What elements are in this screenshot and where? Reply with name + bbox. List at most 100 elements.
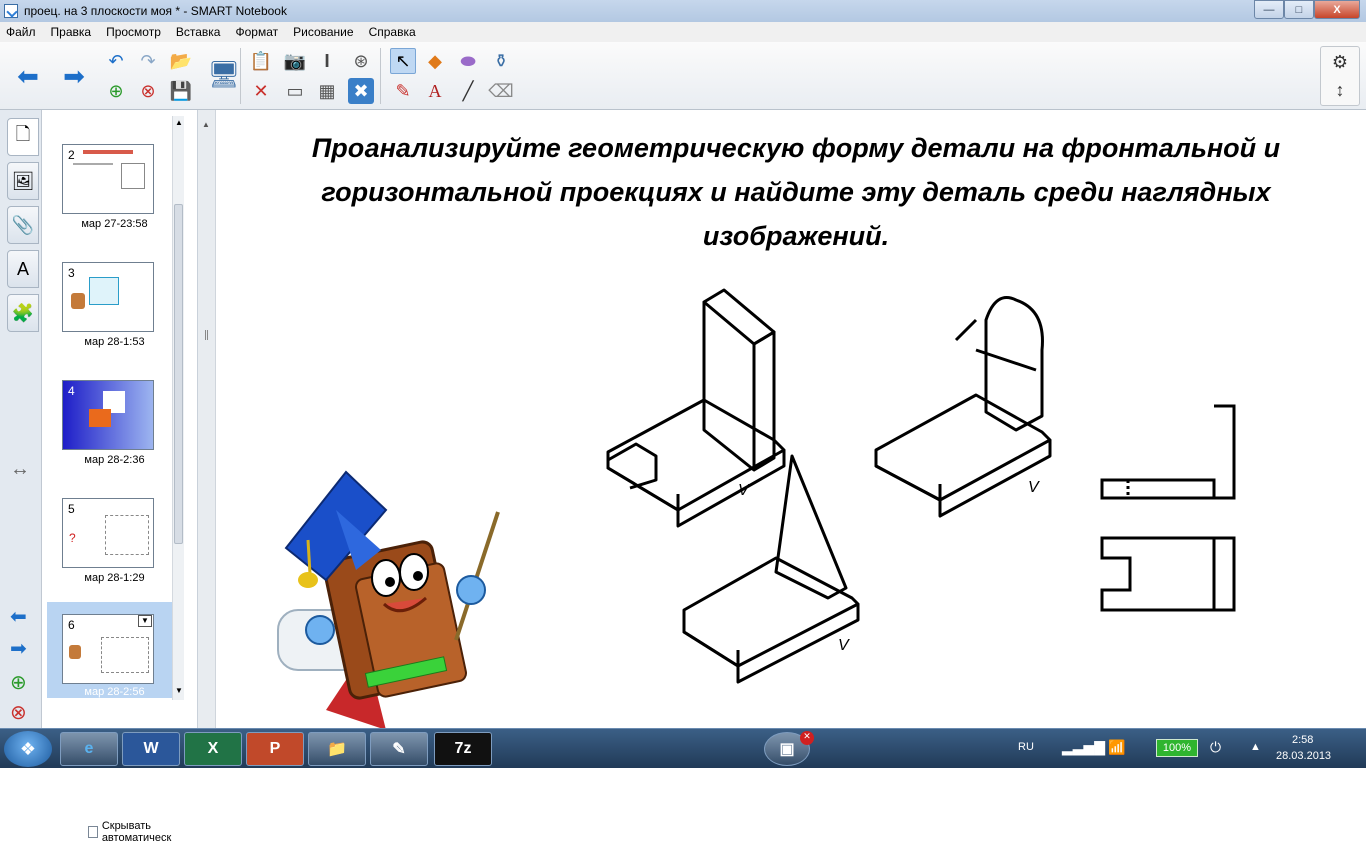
ie-icon: e [84,740,94,757]
scrollbar-thumb[interactable] [174,204,183,544]
slide-label: мар 28-2:56 [84,686,145,698]
font-color-icon[interactable]: A [422,78,448,104]
menu-bar: Файл Правка Просмотр Вставка Формат Рисо… [0,22,1366,42]
gear-icon[interactable]: ⚙ [1327,49,1353,75]
taskbar-excel[interactable]: X [184,732,242,766]
isometric-part-1 [606,288,786,528]
autohide-checkbox[interactable] [88,826,98,838]
save-icon[interactable]: 💾 [168,78,194,104]
toolbar-position-icon[interactable]: ↕ [1327,77,1353,103]
delete-page-side-icon[interactable]: ⊗ [10,700,27,725]
clock-time[interactable]: 2:58 [1292,734,1313,746]
forward-arrow-icon[interactable]: ➡ [56,58,92,94]
book-mascot [277,470,500,730]
minimize-button[interactable]: — [1254,0,1284,19]
add-page-icon[interactable]: ⊕ [103,78,129,104]
page-sorter-tab[interactable]: 🗋 [7,118,39,156]
taskbar-ie[interactable]: e [60,732,118,766]
slide-menu-dropdown-icon[interactable]: ▼ [138,615,152,627]
menu-format[interactable]: Формат [235,25,278,39]
line-tool-icon[interactable]: ╱ [455,78,481,104]
clock-date[interactable]: 28.03.2013 [1276,750,1331,762]
notebook-app-icon [4,4,18,18]
compass-icon[interactable]: ⊛ [348,48,374,74]
splitter-up-icon[interactable]: ▲ [202,120,210,129]
scroll-down-icon[interactable]: ▼ [175,686,183,695]
slide-preview: 4 [62,380,154,450]
next-page-arrow-icon[interactable]: ➡ [10,636,27,661]
fill-bucket-icon[interactable]: ⚱ [488,48,514,74]
signal-bars-icon[interactable]: ▂▃▅▇ [1062,739,1105,756]
menu-insert[interactable]: Вставка [176,25,221,39]
taskbar-powerpoint[interactable]: P [246,732,304,766]
menu-edit[interactable]: Правка [51,25,92,39]
text-tool-icon[interactable]: 𝐈 [314,48,340,74]
taskbar-word[interactable]: W [122,732,180,766]
folder-icon: 📁 [327,741,347,758]
delete-page-icon[interactable]: ⊗ [135,78,161,104]
splitter-grip-icon[interactable] [205,330,208,340]
menu-view[interactable]: Просмотр [106,25,161,39]
top-projection [1100,536,1236,612]
back-arrow-icon[interactable]: ⬅ [10,58,46,94]
shapes-icon[interactable]: ◆ [422,48,448,74]
error-badge-icon: ✕ [800,731,814,745]
windows-logo-icon: ❖ [19,738,37,759]
gallery-tab[interactable]: 🖼 [7,162,39,200]
taskbar-explorer[interactable]: 📁 [308,732,366,766]
whiteboard-canvas[interactable]: Проанализируйте геометрическую форму дет… [216,110,1366,730]
toolbar-separator [380,48,381,104]
undo-icon[interactable]: ↶ [103,48,129,74]
close-x-icon[interactable]: ✖ [348,78,374,104]
7zip-icon: 7z [454,740,472,757]
delete-icon[interactable]: ✕ [248,78,274,104]
slide-label: мар 27-23:58 [81,218,148,230]
right-glove [456,575,486,605]
power-plug-icon[interactable]: ⏻ [1210,739,1221,756]
slide-thumbnail[interactable]: 5 ? мар 28-1:29 [47,498,182,588]
sorter-scrollbar[interactable]: ▲ ▼ [172,116,184,700]
excel-icon: X [207,740,219,757]
autohide-option[interactable]: Скрывать автоматическ [88,820,197,844]
panel-splitter[interactable]: ▲ [198,110,216,730]
scroll-up-icon[interactable]: ▲ [175,118,183,127]
paste-icon[interactable]: 📋 [248,48,274,74]
resize-arrows-icon[interactable]: ↔ [10,458,30,481]
slide-thumbnail-selected[interactable]: 6 ▼ мар 28-2:56 [47,602,182,698]
battery-indicator[interactable]: 100% [1156,739,1198,757]
view-label-v: V [738,482,750,499]
select-arrow-icon[interactable]: ↖ [390,48,416,74]
properties-tab[interactable]: A [7,250,39,288]
menu-help[interactable]: Справка [369,25,416,39]
language-indicator[interactable]: RU [1018,741,1034,753]
prev-page-arrow-icon[interactable]: ⬅ [10,604,27,629]
slide-thumbnail[interactable]: 4 мар 28-2:36 [47,380,182,470]
open-folder-icon[interactable]: 📂 [168,48,194,74]
table-icon[interactable]: ▦ [314,78,340,104]
left-eye [371,559,401,597]
attachments-tab[interactable]: 📎 [7,206,39,244]
eraser-icon[interactable]: ⌫ [488,78,514,104]
screen-shade-icon[interactable]: ▭ [282,78,308,104]
close-button[interactable]: X [1314,0,1360,19]
menu-file[interactable]: Файл [6,25,36,39]
display-screen-icon[interactable]: 🖥 [206,56,242,92]
toolbar-separator [240,48,241,104]
redo-icon[interactable]: ↷ [135,48,161,74]
addons-tab[interactable]: 🧩 [7,294,39,332]
start-button[interactable]: ❖ [4,731,52,767]
eraser-shape-icon[interactable]: ⬬ [455,48,481,74]
menu-draw[interactable]: Рисование [293,25,353,39]
taskbar-7zip[interactable]: 7z [434,732,492,766]
show-hidden-icons[interactable]: ▲ [1250,741,1261,753]
camera-icon[interactable]: 📷 [282,48,308,74]
wifi-icon[interactable]: 📶 [1108,739,1125,756]
slide-thumbnail[interactable]: 3 мар 28-1:53 [47,262,182,352]
slide-label: мар 28-1:53 [84,336,145,348]
page-icon: 🗋 [15,124,31,144]
add-page-side-icon[interactable]: ⊕ [10,670,27,695]
taskbar-notebook[interactable]: ✎ [370,732,428,766]
pens-icon[interactable]: ✎ [390,78,416,104]
slide-thumbnail[interactable]: 2 мар 27-23:58 [47,144,182,234]
maximize-button[interactable]: □ [1284,0,1314,19]
